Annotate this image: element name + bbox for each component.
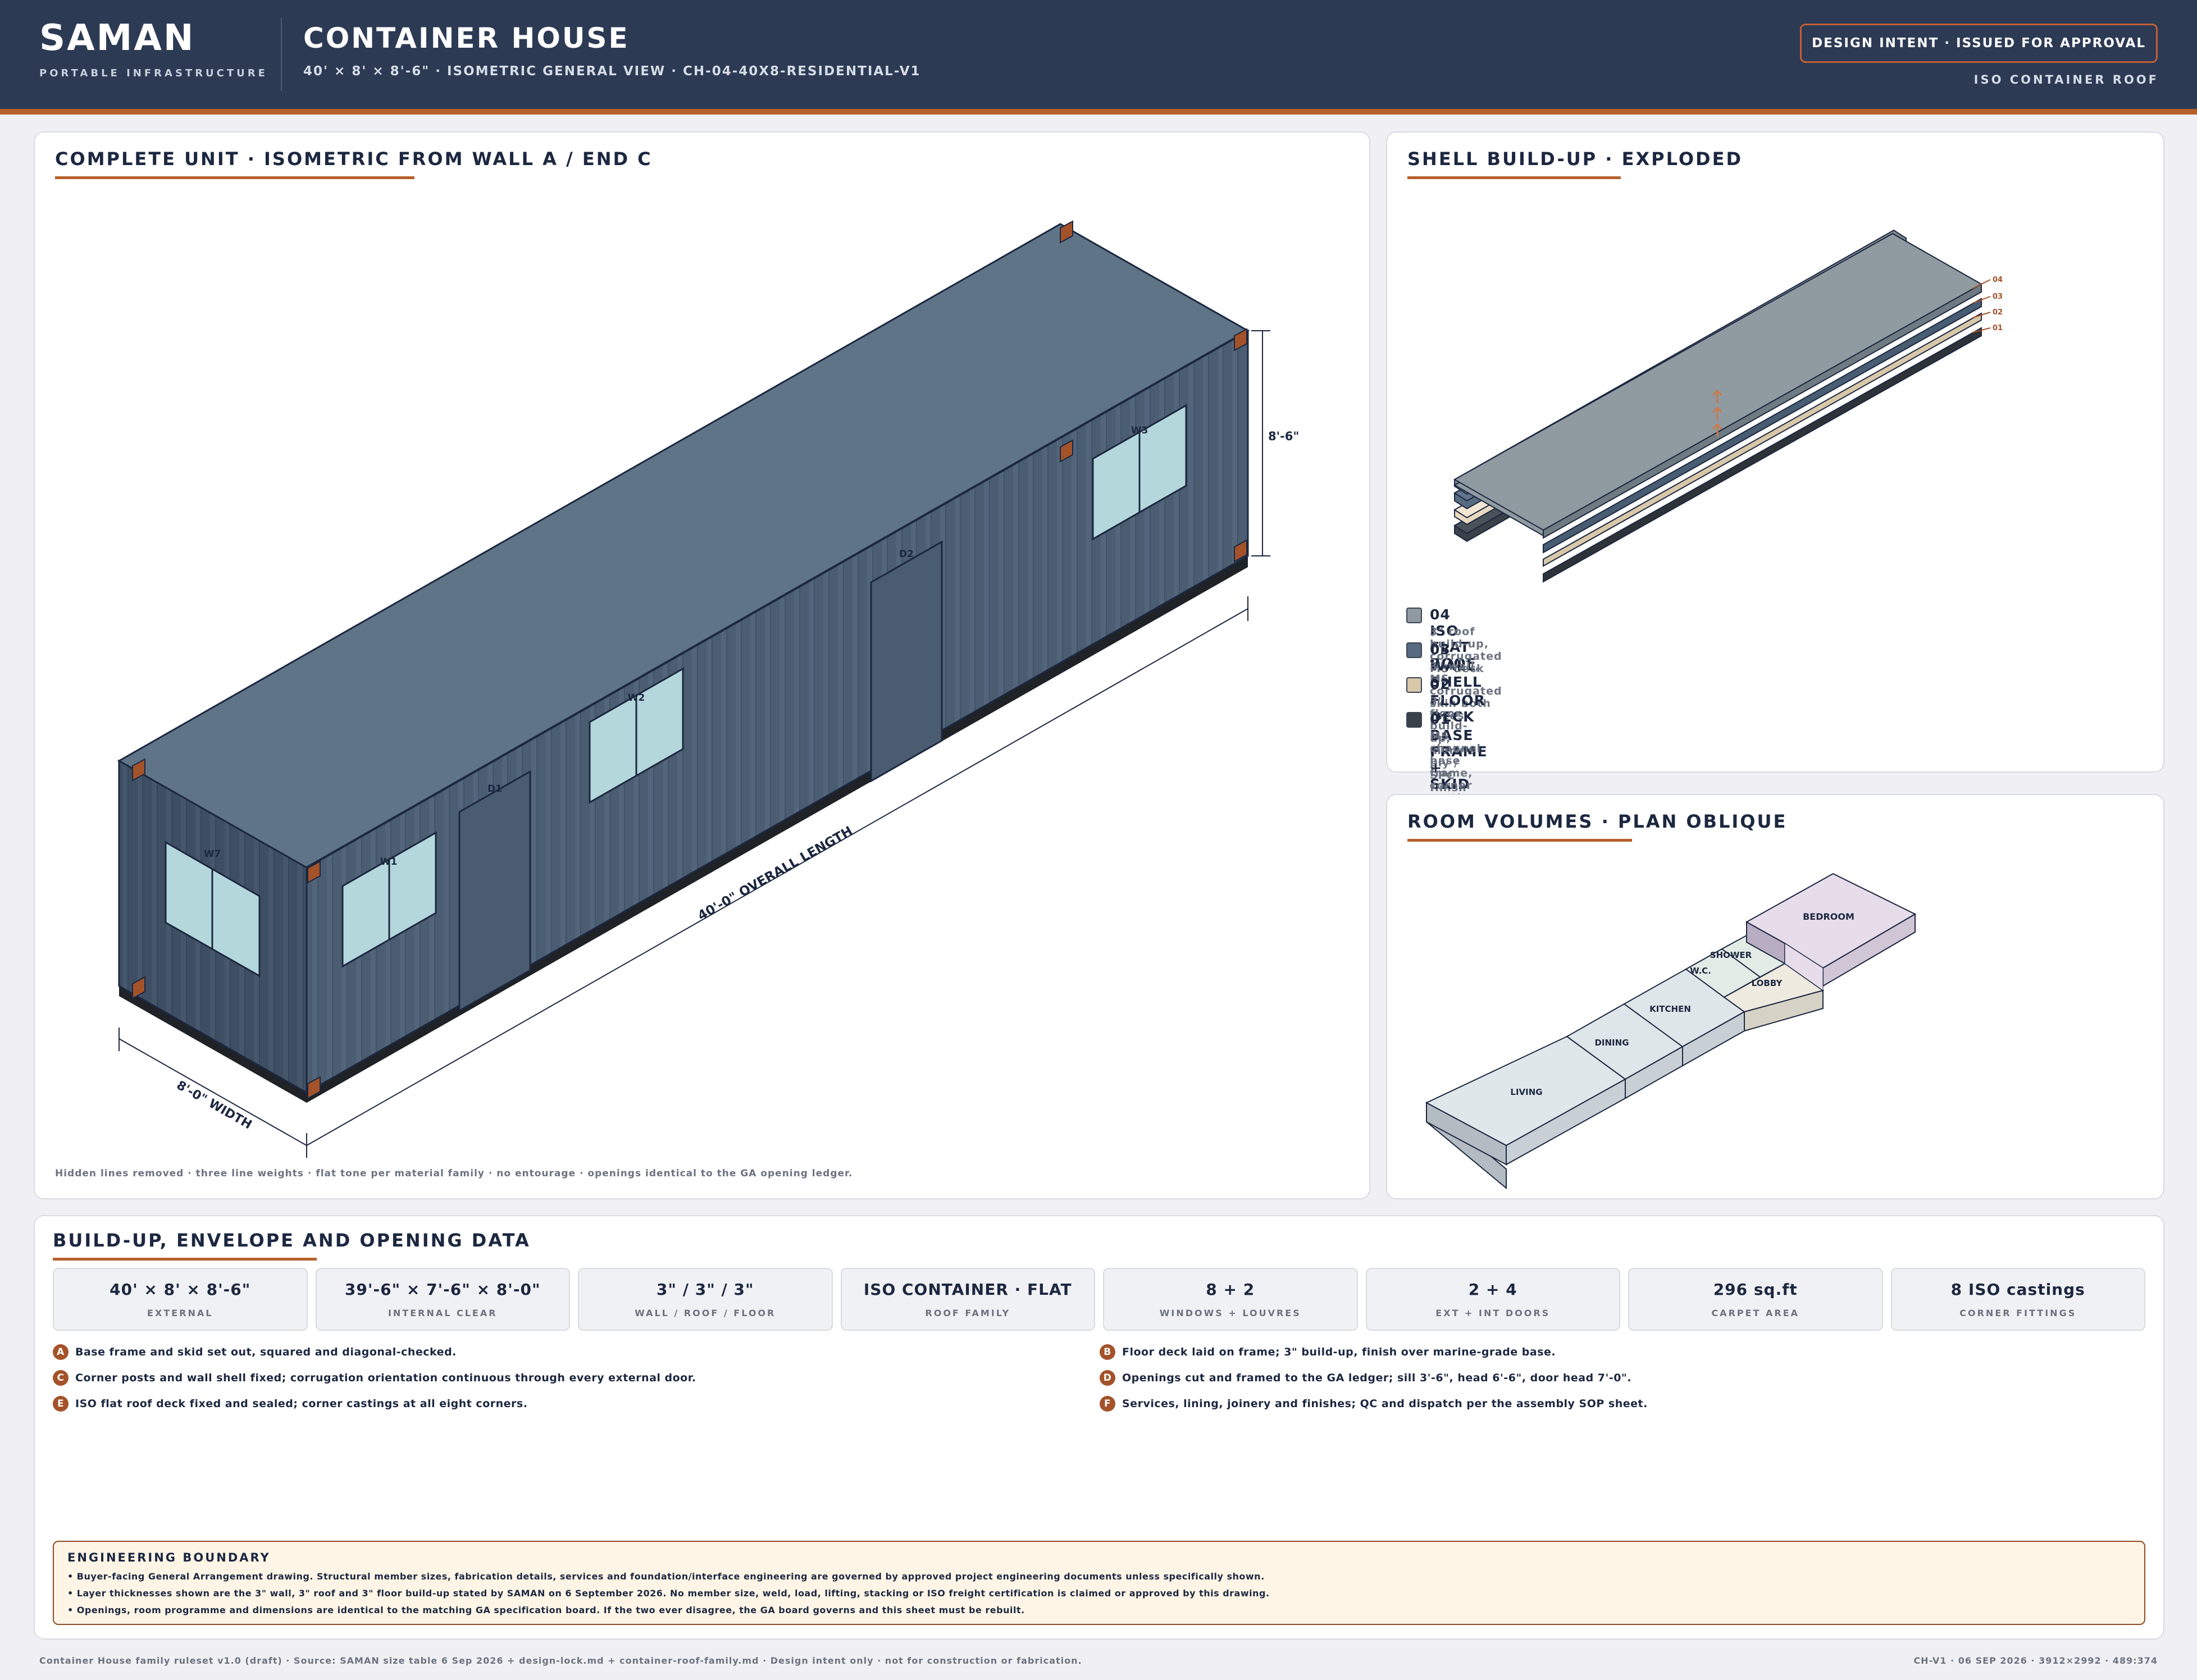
legend-swatch: [1406, 677, 1422, 693]
door-d1: [458, 770, 531, 1012]
page-title: CONTAINER HOUSE: [303, 22, 630, 54]
step-badge: C: [53, 1370, 69, 1386]
legend-swatch: [1406, 712, 1422, 728]
spec-label: CORNER FITTINGS: [1959, 1308, 2077, 1318]
room-volumes-panel: ROOM VOLUMES · PLAN OBLIQUE BEDROOM SHOW…: [1386, 794, 2164, 1199]
data-title-text: BUILD-UP, ENVELOPE AND OPENING DATA: [53, 1230, 531, 1251]
container-isometric-drawing: W7 W1 D1 W2 D2 W3 8'-6" 40'-0" OVERALL L…: [117, 220, 1299, 1158]
step-text: Base frame and skid set out, squared and…: [75, 1346, 457, 1358]
spec-card: 296 sq.ft CARPET AREA: [1628, 1268, 1883, 1331]
room-label: W.C.: [1690, 966, 1711, 976]
shell-buildup-panel: SHELL BUILD-UP · EXPLODED 04 03 02 01 04…: [1386, 131, 2164, 804]
step-item: B Floor deck laid on frame; 3" build-up, …: [1100, 1344, 1556, 1360]
spec-value: 40' × 8' × 8'-6": [110, 1280, 251, 1299]
door-d2: [870, 540, 943, 783]
spec-card: 8 ISO castings CORNER FITTINGS: [1890, 1268, 2145, 1331]
boundary-line: • Layer thicknesses shown are the 3" wal…: [67, 1588, 1270, 1599]
step-text: Floor deck laid on frame; 3" build-up, f…: [1122, 1346, 1556, 1358]
legend-description: MS channel base frame, corner castings: [1430, 730, 1484, 804]
layer-tag: 01: [1993, 324, 2003, 332]
room-plan-oblique: BEDROOM SHOWER W.C. LOBBY KITCHEN DINING…: [1425, 873, 1917, 1190]
step-badge: F: [1100, 1396, 1115, 1412]
opening-tag: D1: [487, 783, 502, 795]
exploded-layer-drawing: 04 03 02 01: [1453, 229, 2003, 583]
footer-sheet-id: CH-V1 · 06 SEP 2026 · 3912×2992 · 489:37…: [1913, 1655, 2158, 1666]
width-dimension: 8'-0" WIDTH: [174, 1078, 254, 1132]
spec-value: 8 ISO castings: [1950, 1280, 2085, 1299]
spec-card: 40' × 8' × 8'-6" EXTERNAL: [53, 1268, 308, 1331]
layer-tag: 04: [1993, 276, 2003, 284]
legend-swatch: [1406, 642, 1422, 658]
layer-tag: 02: [1993, 308, 2003, 317]
room-label: BEDROOM: [1803, 911, 1854, 922]
spec-label: WALL / ROOF / FLOOR: [635, 1308, 776, 1318]
spec-label: INTERNAL CLEAR: [388, 1308, 498, 1318]
spec-value: 296 sq.ft: [1713, 1280, 1798, 1299]
brand-subtitle: PORTABLE INFRASTRUCTURE: [39, 67, 268, 79]
step-text: Openings cut and framed to the GA ledger…: [1122, 1372, 1632, 1384]
step-badge: B: [1100, 1344, 1115, 1360]
buildup-data-panel: BUILD-UP, ENVELOPE AND OPENING DATA 40' …: [34, 1215, 2164, 1640]
spec-value: 2 + 4: [1468, 1280, 1517, 1299]
spec-label: EXTERNAL: [147, 1308, 213, 1318]
room-label: KITCHEN: [1649, 1004, 1691, 1014]
opening-tag: W3: [1131, 425, 1148, 436]
step-item: E ISO flat roof deck fixed and sealed; co…: [53, 1396, 527, 1412]
spec-value: 3" / 3" / 3": [656, 1280, 754, 1299]
step-text: Services, lining, joinery and finishes; …: [1122, 1398, 1648, 1410]
brand-name: SAMAN: [39, 17, 195, 59]
spec-card: 2 + 4 EXT + INT DOORS: [1365, 1268, 1620, 1331]
height-dimension: 8'-6": [1268, 430, 1299, 443]
step-badge: D: [1100, 1370, 1115, 1386]
title-block: CONTAINER HOUSE 40' × 8' × 8'-6" · ISOME…: [303, 22, 921, 79]
header-divider: [281, 18, 282, 91]
spec-card: ISO CONTAINER · FLAT ROOF FAMILY: [840, 1268, 1095, 1331]
step-badge: A: [53, 1344, 69, 1360]
spec-card: 3" / 3" / 3" WALL / ROOF / FLOOR: [578, 1268, 833, 1331]
step-item: C Corner posts and wall shell fixed; corr…: [53, 1370, 696, 1386]
spec-label: WINDOWS + LOUVRES: [1159, 1308, 1301, 1318]
status-badge: DESIGN INTENT · ISSUED FOR APPROVAL: [1800, 24, 2158, 63]
header-bar: SAMAN PORTABLE INFRASTRUCTURE CONTAINER …: [0, 0, 2197, 115]
spec-card: 39'-6" × 7'-6" × 8'-0" INTERNAL CLEAR: [315, 1268, 570, 1331]
step-item: A Base frame and skid set out, squared an…: [53, 1344, 457, 1360]
opening-tag: W7: [204, 848, 221, 860]
spec-card: 8 + 2 WINDOWS + LOUVRES: [1103, 1268, 1358, 1331]
spec-value: 39'-6" × 7'-6" × 8'-0": [344, 1280, 541, 1299]
spec-label: CARPET AREA: [1711, 1308, 1800, 1318]
engineering-boundary-note: ENGINEERING BOUNDARY • Buyer-facing Gene…: [53, 1541, 2145, 1625]
room-label: DINING: [1594, 1038, 1629, 1048]
spec-label: ROOF FAMILY: [925, 1308, 1011, 1318]
boundary-line: • Buyer-facing General Arrangement drawi…: [67, 1571, 1265, 1582]
legend-swatch: [1406, 608, 1422, 623]
footer-source: Container House family ruleset v1.0 (dra…: [39, 1655, 1082, 1666]
boundary-title: ENGINEERING BOUNDARY: [67, 1551, 271, 1564]
room-label: LOBBY: [1752, 978, 1783, 988]
opening-tag: W2: [628, 692, 645, 704]
opening-tag: W1: [380, 856, 398, 868]
spec-label: EXT + INT DOORS: [1435, 1308, 1551, 1318]
boundary-line: • Openings, room programme and dimension…: [67, 1605, 1025, 1615]
step-item: D Openings cut and framed to the GA ledge…: [1100, 1370, 1631, 1386]
data-panel-title: BUILD-UP, ENVELOPE AND OPENING DATA: [53, 1230, 531, 1261]
isometric-panel: COMPLETE UNIT · ISOMETRIC FROM WALL A / …: [34, 131, 1370, 1199]
drawing-caption: Hidden lines removed · three line weight…: [55, 1168, 853, 1179]
step-item: F Services, lining, joinery and finishes;…: [1100, 1396, 1648, 1412]
room-label: SHOWER: [1710, 950, 1752, 960]
page-subtitle: 40' × 8' × 8'-6" · ISOMETRIC GENERAL VIE…: [303, 64, 921, 79]
spec-cards: 40' × 8' × 8'-6" EXTERNAL 39'-6" × 7'-6" …: [53, 1268, 2145, 1331]
brand-block: SAMAN PORTABLE INFRASTRUCTURE: [39, 20, 268, 79]
room-label: LIVING: [1510, 1087, 1542, 1097]
spec-value: ISO CONTAINER · FLAT: [863, 1280, 1072, 1299]
step-text: Corner posts and wall shell fixed; corru…: [75, 1372, 696, 1384]
spec-value: 8 + 2: [1206, 1280, 1255, 1299]
step-badge: E: [53, 1396, 69, 1412]
assembly-steps: A Base frame and skid set out, squared an…: [53, 1344, 2145, 1428]
title-underline: [53, 1258, 317, 1261]
layer-tag: 03: [1993, 293, 2003, 301]
opening-tag: D2: [899, 549, 914, 560]
step-text: ISO flat roof deck fixed and sealed; cor…: [75, 1398, 528, 1410]
roof-family-label: ISO CONTAINER ROOF: [1973, 73, 2159, 86]
